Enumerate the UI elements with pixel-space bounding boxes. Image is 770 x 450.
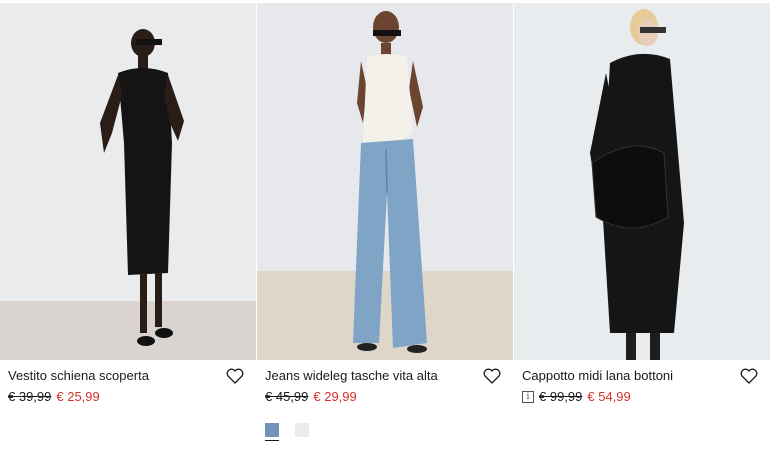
product-grid: Vestito schiena scoperta € 39,99 € 25,99 bbox=[0, 0, 770, 450]
color-swatches bbox=[265, 423, 505, 441]
original-price: € 39,99 bbox=[8, 389, 52, 404]
color-swatch-blue[interactable] bbox=[265, 423, 279, 441]
price-row: i € 99,99 € 54,99 bbox=[522, 389, 762, 405]
product-info: Vestito schiena scoperta € 39,99 € 25,99 bbox=[0, 360, 256, 450]
original-price: € 45,99 bbox=[265, 389, 309, 404]
heart-icon[interactable] bbox=[740, 368, 760, 386]
sale-price: € 25,99 bbox=[56, 389, 100, 404]
product-card[interactable]: Jeans wideleg tasche vita alta € 45,99 €… bbox=[257, 3, 513, 450]
heart-icon[interactable] bbox=[226, 368, 246, 386]
product-info: Cappotto midi lana bottoni i € 99,99 € 5… bbox=[514, 360, 770, 450]
swatch-color bbox=[265, 423, 279, 437]
product-image[interactable] bbox=[0, 3, 256, 360]
product-name[interactable]: Cappotto midi lana bottoni bbox=[522, 368, 727, 384]
price-row: € 39,99 € 25,99 bbox=[8, 389, 248, 405]
heart-icon[interactable] bbox=[483, 368, 503, 386]
sale-price: € 29,99 bbox=[313, 389, 357, 404]
product-card[interactable]: Vestito schiena scoperta € 39,99 € 25,99 bbox=[0, 3, 256, 450]
product-image[interactable] bbox=[257, 3, 513, 360]
product-card[interactable]: Cappotto midi lana bottoni i € 99,99 € 5… bbox=[514, 3, 770, 450]
original-price: € 99,99 bbox=[539, 389, 583, 404]
sale-price: € 54,99 bbox=[587, 389, 631, 404]
color-swatch-white[interactable] bbox=[295, 423, 309, 441]
product-image[interactable] bbox=[514, 3, 770, 360]
product-name[interactable]: Vestito schiena scoperta bbox=[8, 368, 213, 384]
swatch-color bbox=[295, 423, 309, 437]
price-row: € 45,99 € 29,99 bbox=[265, 389, 505, 405]
info-icon[interactable]: i bbox=[522, 391, 534, 403]
product-name[interactable]: Jeans wideleg tasche vita alta bbox=[265, 368, 470, 384]
product-info: Jeans wideleg tasche vita alta € 45,99 €… bbox=[257, 360, 513, 450]
